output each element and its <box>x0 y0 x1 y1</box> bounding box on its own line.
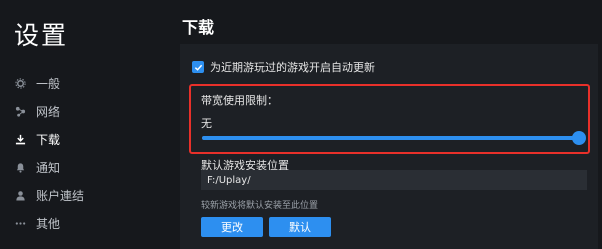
download-settings-panel: 为近期游玩过的游戏开启自动更新 带宽使用限制： 无 默认游戏安装位置 较新游戏将… <box>180 44 598 249</box>
sidebar-item-label: 通知 <box>36 160 61 175</box>
gear-icon <box>14 77 26 89</box>
auto-update-option[interactable]: 为近期游玩过的游戏开启自动更新 <box>192 59 375 75</box>
install-path-hint: 较新游戏将默认安装至此位置 <box>201 201 319 211</box>
default-path-button[interactable]: 默认 <box>269 217 331 237</box>
sidebar-item-network[interactable]: 网络 <box>0 97 172 125</box>
auto-update-label: 为近期游玩过的游戏开启自动更新 <box>210 61 375 74</box>
bandwidth-limit-value: 无 <box>201 117 212 130</box>
sidebar-nav: 一般 网络 下载 通知 账户連结 其他 <box>0 69 172 237</box>
bandwidth-slider-fill <box>202 136 579 140</box>
change-path-button[interactable]: 更改 <box>201 217 263 237</box>
install-path-input[interactable] <box>201 170 587 190</box>
sidebar-item-notifications[interactable]: 通知 <box>0 153 172 181</box>
sidebar-item-general[interactable]: 一般 <box>0 69 172 97</box>
main-content: 下载 为近期游玩过的游戏开启自动更新 带宽使用限制： 无 默认游戏安装位置 较新… <box>172 0 602 249</box>
sidebar-item-label: 账户連结 <box>36 188 85 203</box>
bandwidth-limit-label: 带宽使用限制： <box>201 94 278 107</box>
app-title: 设置 <box>14 21 69 50</box>
sidebar-item-label: 下载 <box>36 132 61 147</box>
user-icon <box>14 189 26 201</box>
sidebar-item-download[interactable]: 下载 <box>0 125 172 153</box>
sidebar-item-label: 其他 <box>36 216 61 231</box>
more-icon <box>14 217 26 229</box>
sidebar: 设置 一般 网络 下载 通知 账户連结 其他 <box>0 0 172 249</box>
bell-icon <box>14 161 26 173</box>
bandwidth-slider-thumb[interactable] <box>572 131 586 145</box>
sidebar-item-label: 一般 <box>36 76 61 91</box>
sidebar-item-other[interactable]: 其他 <box>0 209 172 237</box>
sidebar-item-label: 网络 <box>36 104 61 119</box>
check-icon <box>194 64 202 71</box>
sidebar-item-account-link[interactable]: 账户連结 <box>0 181 172 209</box>
page-title: 下载 <box>182 18 215 37</box>
bandwidth-slider[interactable] <box>202 131 586 145</box>
network-icon <box>14 105 26 117</box>
auto-update-checkbox[interactable] <box>192 61 204 73</box>
bandwidth-limit-section: 带宽使用限制： 无 <box>189 84 590 154</box>
download-icon <box>14 133 26 145</box>
